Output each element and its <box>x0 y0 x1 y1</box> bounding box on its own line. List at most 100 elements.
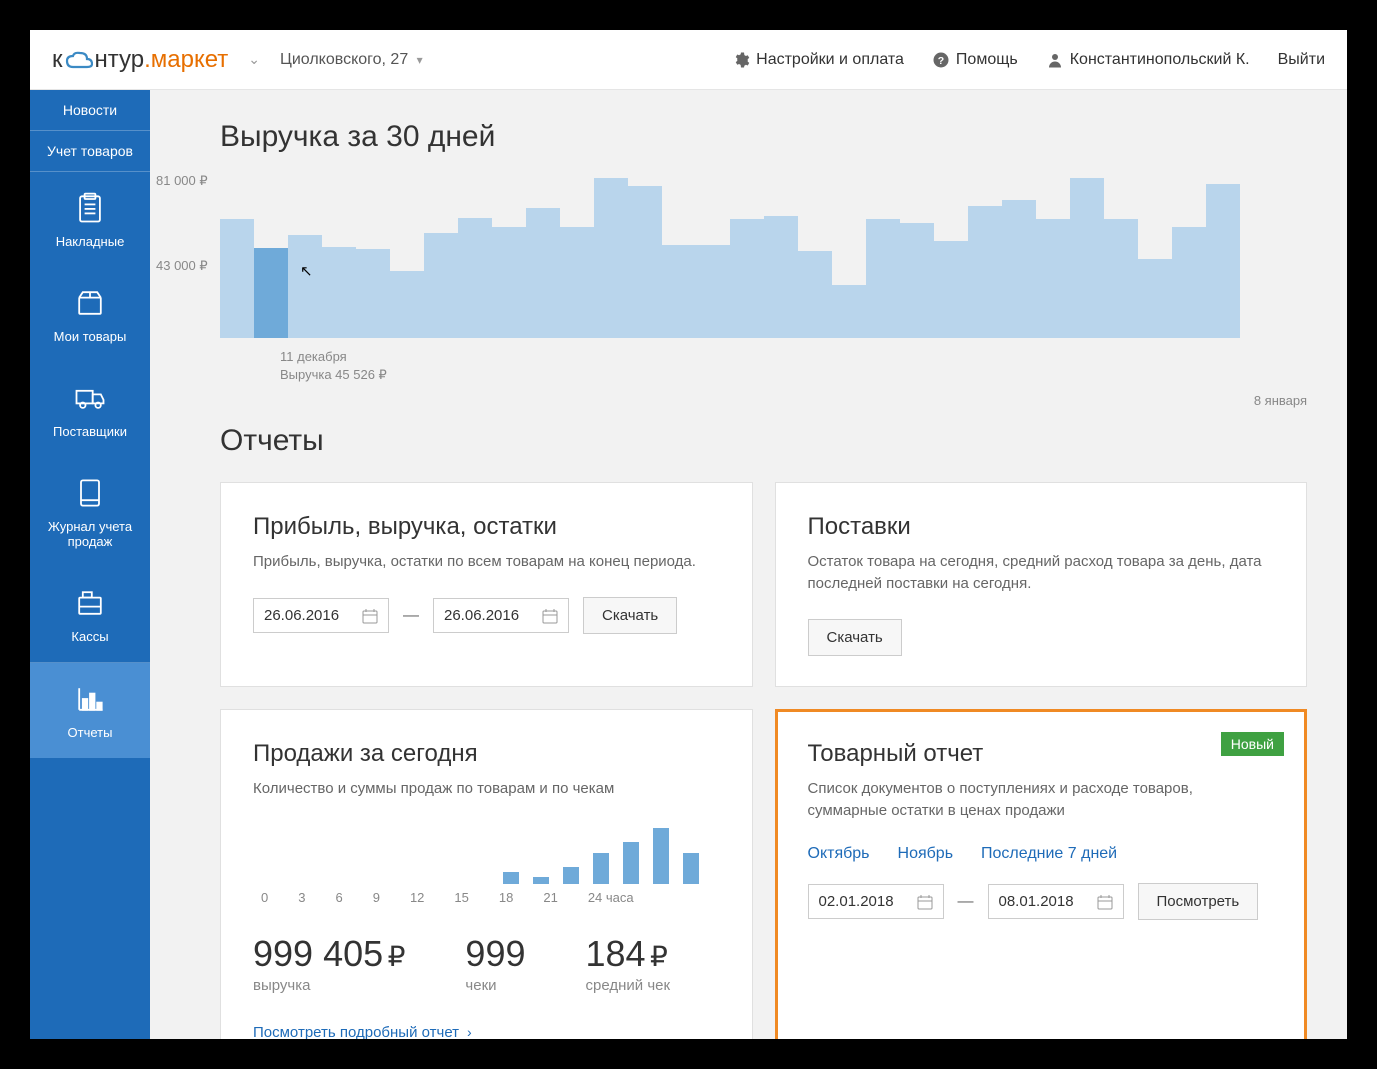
logo[interactable]: к нтур . маркет <box>52 46 228 74</box>
card-title: Товарный отчет <box>808 740 1275 768</box>
revenue-bar[interactable] <box>1070 178 1104 338</box>
logo-prefix: к <box>52 46 63 74</box>
revenue-bar[interactable] <box>934 241 968 338</box>
sidebar-label: Учет товаров <box>47 143 133 159</box>
date-from-input[interactable]: 02.01.2018 <box>808 884 944 919</box>
help-link[interactable]: ? Помощь <box>932 51 1018 69</box>
help-label: Помощь <box>956 51 1018 69</box>
x-axis-right: 8 января <box>1254 393 1307 408</box>
sidebar-label: Накладные <box>56 234 125 249</box>
calendar-icon <box>1097 894 1113 910</box>
sidebar-label: Мои товары <box>54 329 127 344</box>
sidebar-label: Поставщики <box>53 424 127 439</box>
hourly-bar <box>623 842 639 884</box>
revenue-bar[interactable] <box>1036 219 1070 338</box>
download-button[interactable]: Скачать <box>583 597 677 634</box>
revenue-bars[interactable] <box>220 178 1307 338</box>
book-icon <box>70 475 110 511</box>
hour-tick: 15 <box>454 890 468 905</box>
y-axis-mid: 43 000 ₽ <box>156 258 208 274</box>
hour-tick: 18 <box>499 890 513 905</box>
stat-revenue: 999 405 ₽ выручка <box>253 933 405 994</box>
revenue-bar[interactable] <box>594 178 628 338</box>
revenue-bar[interactable] <box>390 271 424 338</box>
hours-axis: 03691215182124 часа <box>257 890 720 905</box>
revenue-bar[interactable] <box>764 216 798 338</box>
checks-value: 999 <box>465 933 525 975</box>
location-selector[interactable]: Циолковского, 27 ▾ <box>280 51 423 69</box>
calendar-icon <box>542 608 558 624</box>
download-button[interactable]: Скачать <box>808 619 902 656</box>
quick-link-october[interactable]: Октябрь <box>808 845 870 863</box>
revenue-bar[interactable] <box>662 245 696 338</box>
hourly-bar <box>533 877 549 884</box>
view-button[interactable]: Посмотреть <box>1138 883 1259 920</box>
sidebar-item-sales-journal[interactable]: Журнал учета продаж <box>30 457 150 567</box>
revenue-bar[interactable] <box>288 235 322 338</box>
logo-middle: нтур <box>95 46 145 74</box>
logout-label: Выйти <box>1278 51 1325 69</box>
card-desc: Список документов о поступлениях и расхо… <box>808 778 1275 822</box>
revenue-bar[interactable] <box>424 233 458 338</box>
revenue-bar[interactable] <box>1104 219 1138 338</box>
revenue-bar[interactable] <box>730 219 764 338</box>
hourly-bar <box>593 853 609 884</box>
revenue-bar[interactable] <box>1172 227 1206 338</box>
revenue-bar[interactable] <box>832 285 866 338</box>
detail-report-link[interactable]: Посмотреть подробный отчет › <box>253 1024 472 1039</box>
sidebar-item-news[interactable]: Новости <box>30 90 150 130</box>
revenue-bar[interactable] <box>322 247 356 338</box>
user-icon <box>1046 51 1064 69</box>
date-from-value: 26.06.2016 <box>264 607 339 624</box>
sidebar-item-invoices[interactable]: Накладные <box>30 172 150 267</box>
logout-link[interactable]: Выйти <box>1278 51 1325 69</box>
brand-chevron-icon[interactable]: ⌄ <box>248 51 260 68</box>
date-to-input[interactable]: 26.06.2016 <box>433 598 569 633</box>
revenue-tooltip: 11 декабря Выручка 45 526 ₽ <box>280 348 1307 384</box>
calendar-icon <box>362 608 378 624</box>
revenue-bar[interactable] <box>1206 184 1240 338</box>
settings-link[interactable]: Настройки и оплата <box>732 51 904 69</box>
revenue-bar[interactable] <box>492 227 526 338</box>
revenue-bar[interactable] <box>866 219 900 338</box>
new-badge: Новый <box>1221 732 1284 756</box>
chevron-down-icon: ▾ <box>417 53 423 67</box>
y-axis-top: 81 000 ₽ <box>156 173 208 189</box>
ruble-icon: ₽ <box>388 941 406 972</box>
sidebar-label: Кассы <box>71 629 108 644</box>
card-title: Поставки <box>808 513 1275 541</box>
sidebar-item-suppliers[interactable]: Поставщики <box>30 362 150 457</box>
sidebar-item-goods-account[interactable]: Учет товаров <box>30 131 150 171</box>
revenue-bar[interactable] <box>968 206 1002 338</box>
revenue-bar[interactable] <box>458 218 492 338</box>
box-icon <box>70 285 110 321</box>
card-title: Прибыль, выручка, остатки <box>253 513 720 541</box>
revenue-bar[interactable] <box>798 251 832 338</box>
revenue-bar[interactable] <box>628 186 662 338</box>
quick-link-last7[interactable]: Последние 7 дней <box>981 845 1117 863</box>
sidebar-item-cashboxes[interactable]: Кассы <box>30 567 150 662</box>
stat-avg: 184 ₽ средний чек <box>586 933 671 994</box>
revenue-bar[interactable] <box>526 208 560 338</box>
card-sales-today: Продажи за сегодня Количество и суммы пр… <box>220 709 753 1039</box>
revenue-bar[interactable] <box>560 227 594 338</box>
date-from-input[interactable]: 26.06.2016 <box>253 598 389 633</box>
quick-link-november[interactable]: Ноябрь <box>898 845 954 863</box>
revenue-bar[interactable] <box>696 245 730 338</box>
revenue-bar[interactable] <box>1138 259 1172 338</box>
checks-label: чеки <box>465 977 525 994</box>
date-to-value: 26.06.2016 <box>444 607 519 624</box>
calendar-icon <box>917 894 933 910</box>
revenue-bar[interactable] <box>1002 200 1036 338</box>
avg-label: средний чек <box>586 977 671 994</box>
card-desc: Количество и суммы продаж по товарам и п… <box>253 778 720 800</box>
card-desc: Прибыль, выручка, остатки по всем товара… <box>253 551 720 573</box>
sidebar-item-my-goods[interactable]: Мои товары <box>30 267 150 362</box>
revenue-bar[interactable] <box>220 219 254 338</box>
revenue-bar[interactable] <box>254 248 288 338</box>
sidebar-item-reports[interactable]: Отчеты <box>30 663 150 758</box>
user-link[interactable]: Константинопольский К. <box>1046 51 1250 69</box>
date-to-input[interactable]: 08.01.2018 <box>988 884 1124 919</box>
revenue-bar[interactable] <box>900 223 934 338</box>
revenue-bar[interactable] <box>356 249 390 338</box>
